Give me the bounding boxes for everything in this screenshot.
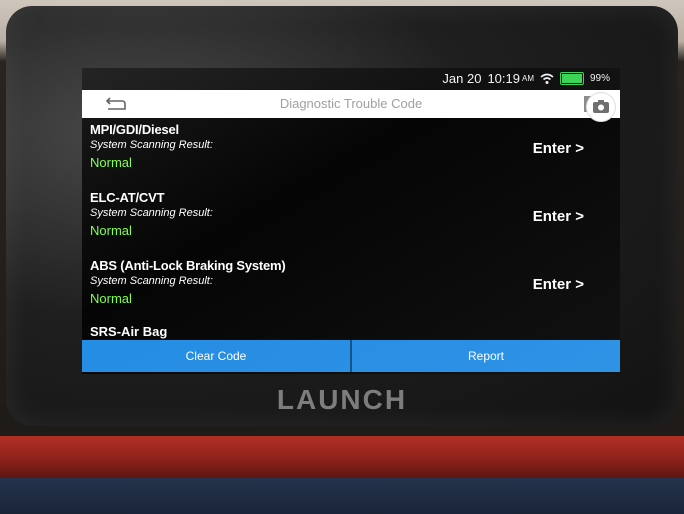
- scan-status: Normal: [90, 223, 132, 238]
- enter-button-abs[interactable]: Enter >: [533, 276, 584, 293]
- system-row-srs-partial[interactable]: SRS-Air Bag: [82, 322, 620, 340]
- background-fabric: [0, 478, 684, 514]
- system-name: MPI/GDI/Diesel: [90, 122, 179, 137]
- status-bar: Jan 20 10:19 AM 99%: [82, 68, 620, 90]
- device-bumper: [0, 436, 684, 478]
- system-name: ELC-AT/CVT: [90, 190, 165, 205]
- bottom-action-bar: Clear Code Report: [82, 340, 620, 372]
- status-time: 10:19: [487, 71, 520, 86]
- page-title: Diagnostic Trouble Code: [279, 96, 423, 111]
- wifi-icon: [540, 73, 554, 84]
- system-row-abs: ABS (Anti-Lock Braking System) System Sc…: [82, 254, 620, 322]
- battery-percent: 99%: [589, 73, 610, 84]
- report-button[interactable]: Report: [352, 340, 620, 372]
- system-row-mpi: MPI/GDI/Diesel System Scanning Result: N…: [82, 118, 620, 186]
- scan-status: Normal: [90, 291, 132, 306]
- title-bar: Diagnostic Trouble Code: [82, 90, 620, 122]
- battery-icon: [559, 72, 584, 85]
- system-name: ABS (Anti-Lock Braking System): [90, 258, 286, 273]
- clear-code-button[interactable]: Clear Code: [82, 340, 350, 372]
- photo-scene: Jan 20 10:19 AM 99% Diagnostic Trouble C…: [0, 0, 684, 514]
- front-camera: [34, 16, 44, 26]
- status-ampm: AM: [521, 74, 534, 83]
- status-date: Jan 20: [442, 71, 482, 86]
- system-list: MPI/GDI/Diesel System Scanning Result: N…: [82, 118, 620, 340]
- brand-logo: LAUNCH: [276, 384, 408, 415]
- system-row-elc: ELC-AT/CVT System Scanning Result: Norma…: [82, 186, 620, 254]
- system-name: SRS-Air Bag: [90, 324, 168, 339]
- enter-button-elc[interactable]: Enter >: [533, 208, 584, 225]
- scan-status: Normal: [90, 155, 132, 170]
- status-indicators: Jan 20 10:19 AM 99%: [442, 71, 610, 86]
- enter-button-mpi[interactable]: Enter >: [533, 140, 584, 157]
- tablet-screen: Jan 20 10:19 AM 99% Diagnostic Trouble C…: [82, 68, 620, 374]
